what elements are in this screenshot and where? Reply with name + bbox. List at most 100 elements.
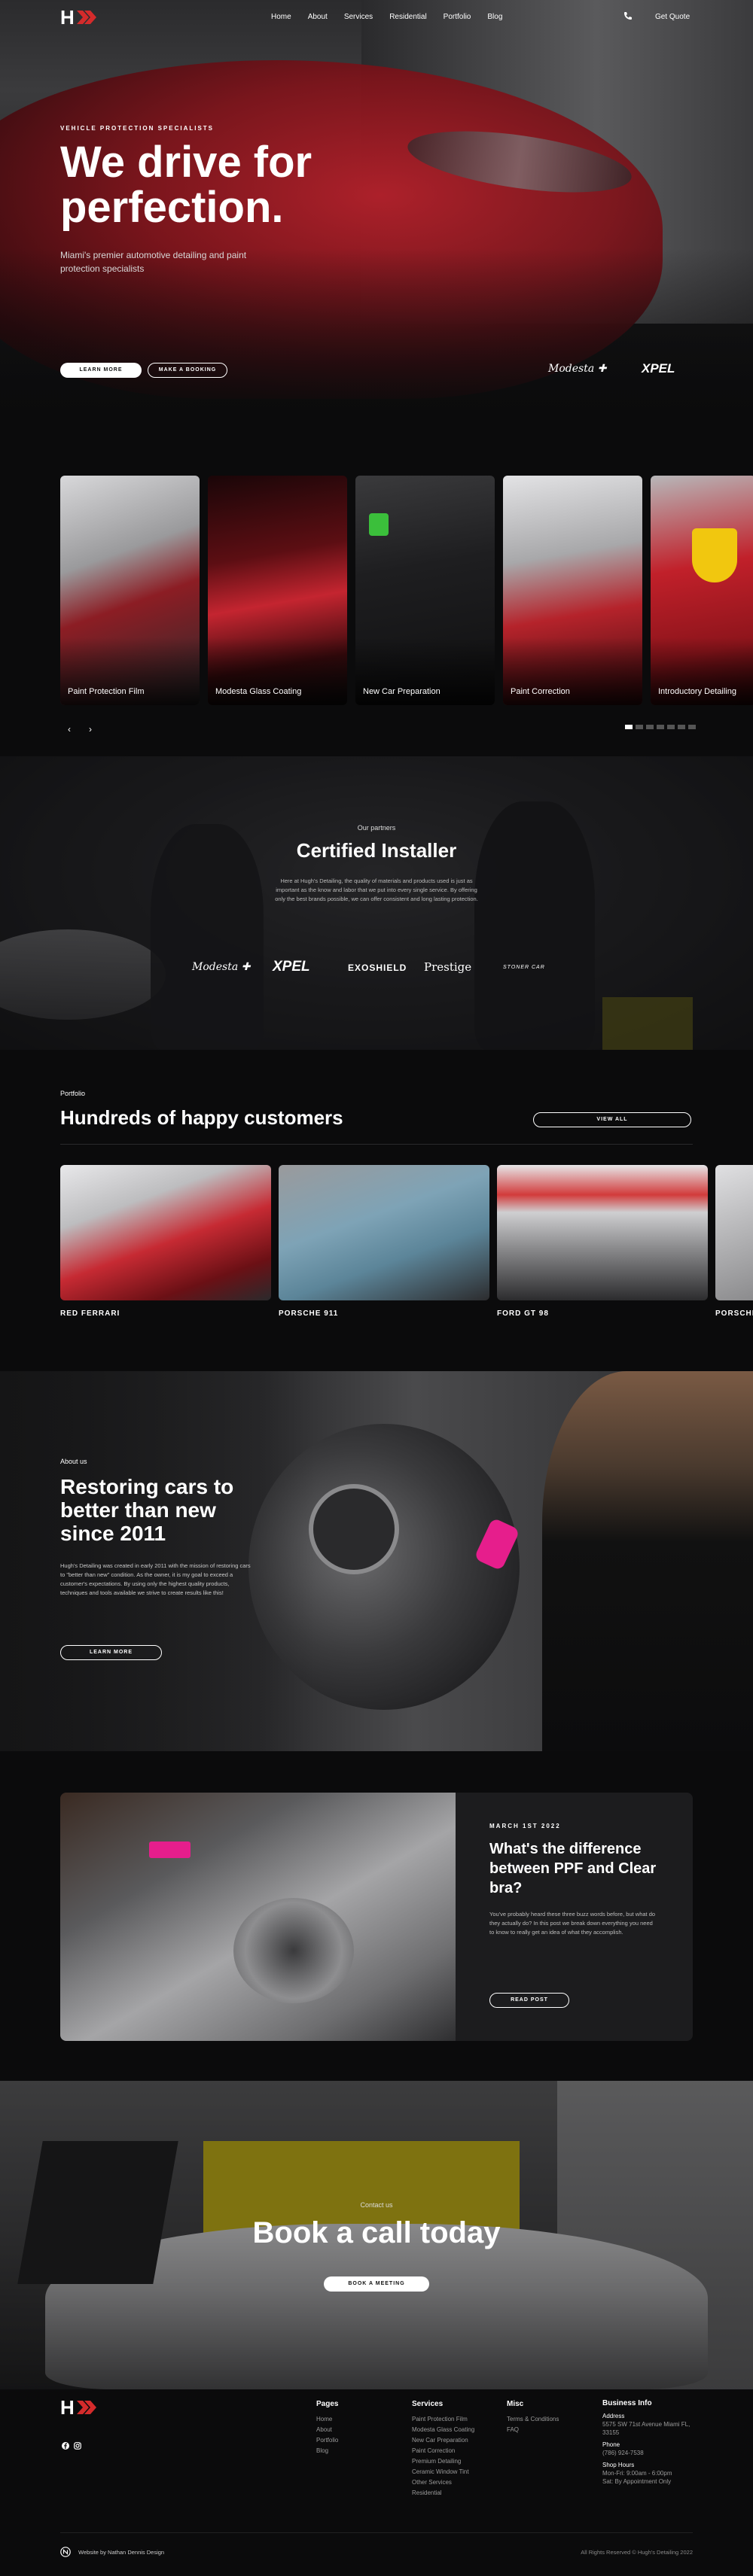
about-body: Hugh's Detailing was created in early 20… xyxy=(60,1562,251,1596)
prestige-logo: Prestige xyxy=(424,960,472,974)
learn-more-button[interactable]: LEARN MORE xyxy=(60,363,142,378)
portfolio-card-ford-gt[interactable] xyxy=(497,1165,708,1300)
services-carousel: Paint Protection Film Modesta Glass Coat… xyxy=(60,476,753,705)
read-post-button[interactable]: READ POST xyxy=(489,1993,569,2008)
footer-link[interactable]: New Car Preparation xyxy=(412,2435,474,2446)
about-section: About us Restoring cars to better than n… xyxy=(0,1371,753,1751)
divider xyxy=(60,1144,693,1145)
footer-address: 5575 SW 71st Avenue Miami FL, 33155 xyxy=(602,2421,691,2436)
footer-link[interactable]: Residential xyxy=(412,2488,474,2498)
footer-pages: Pages Home About Portfolio Blog xyxy=(316,2399,338,2456)
chevron-left-icon[interactable]: ‹ xyxy=(68,724,71,734)
footer-link[interactable]: Ceramic Window Tint xyxy=(412,2467,474,2477)
footer-business-info: Business Info Address 5575 SW 71st Avenu… xyxy=(602,2399,693,2486)
svg-text:H: H xyxy=(60,8,75,27)
pink-applicator xyxy=(149,1842,191,1858)
partners-eyebrow: Our partners xyxy=(357,824,396,832)
hero-section: VEHICLE PROTECTION SPECIALISTS We drive … xyxy=(0,0,753,452)
hero-gradient xyxy=(0,248,753,452)
xpel-partner-logo: XPEL xyxy=(273,959,310,975)
carousel-dot[interactable] xyxy=(625,725,633,729)
phone-icon[interactable] xyxy=(623,11,633,20)
service-card-intro[interactable]: Introductory Detailing xyxy=(651,476,753,705)
service-card-ppf[interactable]: Paint Protection Film xyxy=(60,476,200,705)
carousel-dot[interactable] xyxy=(646,725,654,729)
exoshield-logo: EXOSHIELD xyxy=(348,963,407,973)
footer-logo-icon[interactable]: H xyxy=(60,2398,102,2417)
modesta-logo: Modesta ✚ xyxy=(548,363,607,375)
footer-link[interactable]: About xyxy=(316,2425,338,2435)
portfolio-card-red-ferrari[interactable] xyxy=(60,1165,271,1300)
carousel-dot[interactable] xyxy=(667,725,675,729)
book-title: Book a call today xyxy=(252,2216,501,2249)
carousel-dot[interactable] xyxy=(636,725,643,729)
service-card-label: Paint Protection Film xyxy=(68,687,145,696)
svg-text:H: H xyxy=(60,2398,75,2417)
portfolio-card-porsche[interactable] xyxy=(715,1165,753,1300)
footer-link[interactable]: Paint Protection Film xyxy=(412,2414,474,2425)
about-eyebrow: About us xyxy=(60,1458,87,1465)
nav-services[interactable]: Services xyxy=(344,13,373,21)
blog-date: MARCH 1ST 2022 xyxy=(489,1823,561,1829)
footer-credit[interactable]: Website by Nathan Dennis Design xyxy=(78,2549,164,2556)
service-card-label: Introductory Detailing xyxy=(658,687,736,696)
footer-link[interactable]: Other Services xyxy=(412,2477,474,2488)
footer-link[interactable]: Blog xyxy=(316,2446,338,2456)
nav-home[interactable]: Home xyxy=(271,13,291,21)
page: VEHICLE PROTECTION SPECIALISTS We drive … xyxy=(0,0,753,2576)
partners-title: Certified Installer xyxy=(296,839,457,862)
instagram-icon[interactable] xyxy=(74,2442,81,2450)
view-all-button[interactable]: VIEW ALL xyxy=(533,1112,691,1127)
nav-about[interactable]: About xyxy=(308,13,328,21)
portfolio-card-porsche-911[interactable] xyxy=(279,1165,489,1300)
chevron-right-icon[interactable]: › xyxy=(89,724,92,734)
footer-link[interactable]: FAQ xyxy=(507,2425,559,2435)
hughs-logo-icon[interactable]: H xyxy=(60,8,102,27)
carousel-dot[interactable] xyxy=(688,725,696,729)
green-applicator xyxy=(369,513,389,536)
footer-link[interactable]: Paint Correction xyxy=(412,2446,474,2456)
portfolio-name: RED FERRARI xyxy=(60,1309,120,1318)
blog-body: You've probably heard these three buzz w… xyxy=(489,1911,656,1936)
footer-link[interactable]: Premium Detailing xyxy=(412,2456,474,2467)
carousel-dot[interactable] xyxy=(678,725,685,729)
nav-blog[interactable]: Blog xyxy=(487,13,502,21)
about-title: Restoring cars to better than new since … xyxy=(60,1475,234,1545)
portfolio-name: FORD GT 98 xyxy=(497,1309,549,1318)
footer-divider xyxy=(60,2532,693,2533)
service-card-modesta[interactable]: Modesta Glass Coating xyxy=(208,476,347,705)
about-learn-more-button[interactable]: LEARN MORE xyxy=(60,1645,162,1660)
headlight-lens xyxy=(309,1484,399,1574)
blog-card[interactable]: MARCH 1ST 2022 What's the difference bet… xyxy=(60,1793,693,2041)
blog-title: What's the difference between PPF and Cl… xyxy=(489,1841,657,1896)
nav-links: Home About Services Residential Portfoli… xyxy=(271,13,502,21)
portfolio-name: PORSCHE xyxy=(715,1309,753,1318)
portfolio-name: PORSCHE 911 xyxy=(279,1309,339,1318)
hero-subtitle: Miami's premier automotive detailing and… xyxy=(60,250,247,274)
make-booking-button[interactable]: MAKE A BOOKING xyxy=(148,363,227,378)
service-card-label: New Car Preparation xyxy=(363,687,441,696)
get-quote-link[interactable]: Get Quote xyxy=(655,13,690,21)
xpel-logo: XPEL xyxy=(642,361,675,376)
nav-residential[interactable]: Residential xyxy=(389,13,426,21)
footer-link[interactable]: Home xyxy=(316,2414,338,2425)
footer-copyright: All Rights Reserved © Hugh's Detailing 2… xyxy=(581,2549,693,2556)
booking-section: Contact us Book a call today BOOK A MEET… xyxy=(0,2081,753,2389)
service-card-new-car[interactable]: New Car Preparation xyxy=(355,476,495,705)
footer-link[interactable]: Terms & Conditions xyxy=(507,2414,559,2425)
footer-link[interactable]: Portfolio xyxy=(316,2435,338,2446)
footer-link[interactable]: Modesta Glass Coating xyxy=(412,2425,474,2435)
footer-phone[interactable]: (786) 924-7538 xyxy=(602,2449,693,2457)
book-meeting-button[interactable]: BOOK A MEETING xyxy=(324,2276,429,2292)
service-card-label: Paint Correction xyxy=(511,687,570,696)
facebook-icon[interactable] xyxy=(62,2442,69,2450)
footer-misc: Misc Terms & Conditions FAQ xyxy=(507,2399,559,2435)
carousel-dot[interactable] xyxy=(657,725,664,729)
hero-eyebrow: VEHICLE PROTECTION SPECIALISTS xyxy=(60,125,215,132)
designer-logo-icon[interactable] xyxy=(60,2547,71,2557)
service-card-paint-correction[interactable]: Paint Correction xyxy=(503,476,642,705)
portfolio-title: Hundreds of happy customers xyxy=(60,1106,343,1129)
nav-portfolio[interactable]: Portfolio xyxy=(444,13,471,21)
modesta-partner-logo: Modesta ✚ xyxy=(192,961,251,973)
footer-services: Services Paint Protection Film Modesta G… xyxy=(412,2399,474,2498)
